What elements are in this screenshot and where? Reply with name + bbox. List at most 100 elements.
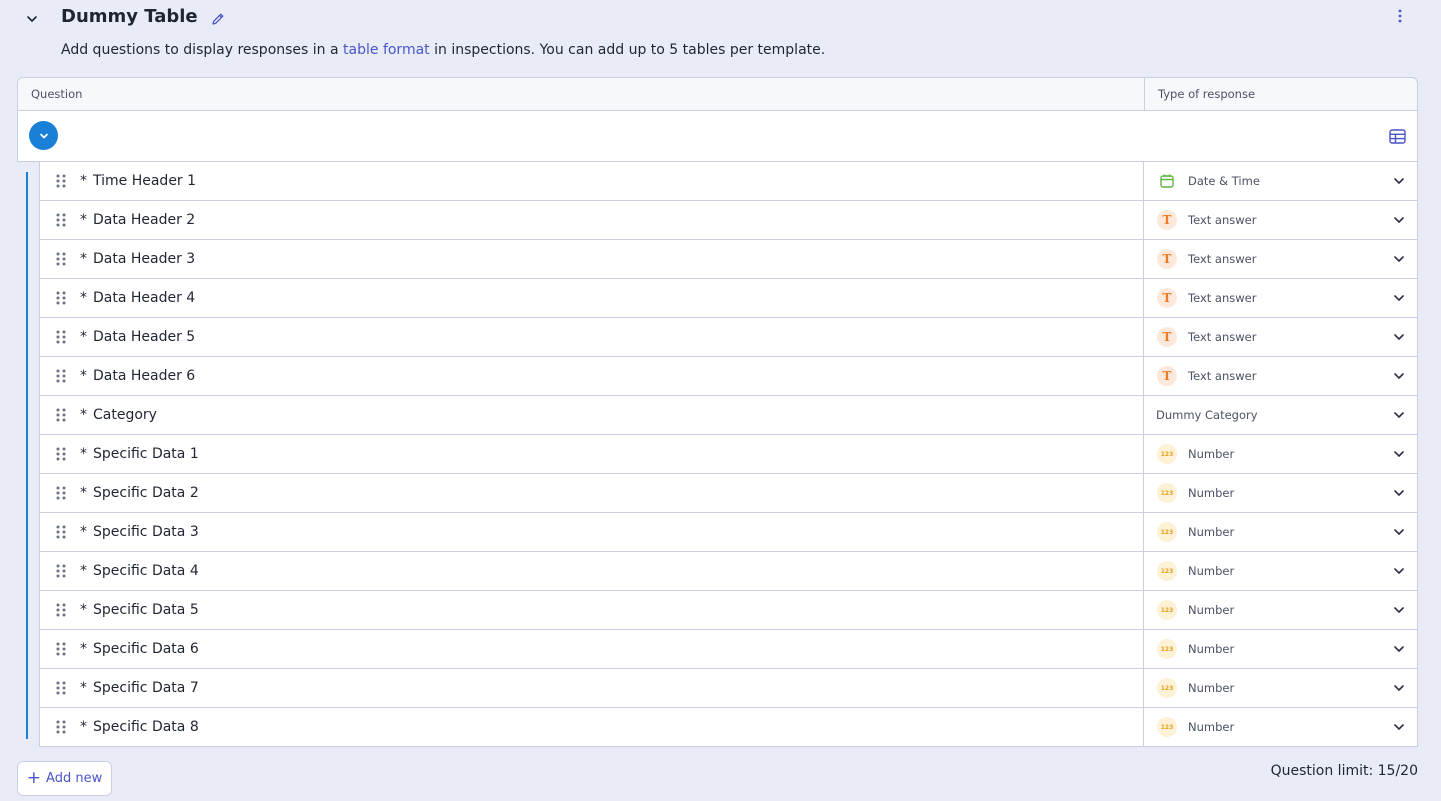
response-type-select[interactable]: Dummy Category [1143,396,1418,434]
question-text[interactable]: * Specific Data 4 [80,552,199,590]
chevron-down-icon[interactable] [1390,601,1408,619]
response-type-label: Number [1188,564,1235,578]
response-type-select[interactable]: T Text answer [1143,357,1418,395]
question-text[interactable]: * Specific Data 5 [80,591,199,629]
chevron-down-icon[interactable] [1390,328,1408,346]
question-text[interactable]: * Time Header 1 [80,162,196,200]
response-type-select[interactable]: 123 Number [1143,474,1418,512]
table-row[interactable]: * Time Header 1 Date & Time [39,162,1418,201]
response-type-select[interactable]: T Text answer [1143,279,1418,317]
chevron-down-icon[interactable] [1390,289,1408,307]
chevron-down-icon[interactable] [1390,523,1408,541]
drag-handle-icon[interactable] [54,212,68,228]
chevron-down-icon[interactable] [1390,484,1408,502]
response-type-select[interactable]: T Text answer [1143,201,1418,239]
question-text[interactable]: * Data Header 3 [80,240,195,278]
drag-handle-icon[interactable] [54,329,68,345]
table-row[interactable]: * Data Header 2 T Text answer [39,201,1418,240]
question-text[interactable]: * Specific Data 6 [80,630,199,668]
response-type-label: Number [1188,525,1235,539]
drag-handle-icon[interactable] [54,485,68,501]
required-marker: * [80,563,87,579]
drag-handle-icon[interactable] [54,641,68,657]
table-row[interactable]: * Specific Data 3 123 Number [39,513,1418,552]
number-icon: 123 [1157,678,1177,698]
question-text[interactable]: * Data Header 6 [80,357,195,395]
chevron-down-icon[interactable] [1390,679,1408,697]
pencil-icon[interactable] [208,9,228,29]
chevron-down-icon[interactable] [22,9,42,29]
response-type-select[interactable]: 123 Number [1143,513,1418,551]
question-text[interactable]: * Specific Data 8 [80,708,199,746]
drag-handle-icon[interactable] [54,173,68,189]
text-answer-icon: T [1157,249,1177,269]
response-type-select[interactable]: 123 Number [1143,669,1418,707]
group-collapse-toggle[interactable] [29,121,58,150]
drag-handle-icon[interactable] [54,719,68,735]
table-row[interactable]: * Data Header 3 T Text answer [39,240,1418,279]
drag-handle-icon[interactable] [54,602,68,618]
response-type-select[interactable]: 123 Number [1143,708,1418,746]
question-text[interactable]: * Data Header 5 [80,318,195,356]
table-row[interactable]: * Specific Data 6 123 Number [39,630,1418,669]
required-marker: * [80,602,87,618]
group-row [17,111,1418,162]
question-text[interactable]: * Data Header 2 [80,201,195,239]
table-row[interactable]: * Data Header 6 T Text answer [39,357,1418,396]
text-answer-icon: T [1157,366,1177,386]
chevron-down-icon[interactable] [1390,562,1408,580]
chevron-down-icon[interactable] [1390,250,1408,268]
drag-handle-icon[interactable] [54,251,68,267]
table-row[interactable]: * Data Header 5 T Text answer [39,318,1418,357]
drag-handle-icon[interactable] [54,563,68,579]
chevron-down-icon[interactable] [1390,406,1408,424]
question-text[interactable]: * Specific Data 2 [80,474,199,512]
table-row[interactable]: * Category Dummy Category [39,396,1418,435]
response-type-select[interactable]: Date & Time [1143,162,1418,200]
question-text[interactable]: * Category [80,396,157,434]
table-row[interactable]: * Specific Data 5 123 Number [39,591,1418,630]
drag-handle-icon[interactable] [54,407,68,423]
response-type-select[interactable]: 123 Number [1143,630,1418,668]
question-text[interactable]: * Specific Data 1 [80,435,199,473]
chevron-down-icon[interactable] [1390,445,1408,463]
table-format-link[interactable]: table format [343,42,430,58]
table-row[interactable]: * Specific Data 2 123 Number [39,474,1418,513]
drag-handle-icon[interactable] [54,680,68,696]
more-vertical-icon[interactable] [1390,6,1410,26]
response-type-select[interactable]: 123 Number [1143,435,1418,473]
response-type-select[interactable]: 123 Number [1143,591,1418,629]
drag-handle-icon[interactable] [54,290,68,306]
chevron-down-icon[interactable] [1390,367,1408,385]
chevron-down-icon[interactable] [1390,718,1408,736]
table-row[interactable]: * Specific Data 8 123 Number [39,708,1418,747]
question-label: Specific Data 6 [93,641,199,657]
question-text[interactable]: * Specific Data 3 [80,513,199,551]
question-text[interactable]: * Specific Data 7 [80,669,199,707]
table-row[interactable]: * Specific Data 4 123 Number [39,552,1418,591]
drag-handle-icon[interactable] [54,446,68,462]
chevron-down-icon[interactable] [1390,211,1408,229]
response-type-select[interactable]: T Text answer [1143,240,1418,278]
text-answer-icon: T [1157,288,1177,308]
question-label: Category [93,407,157,423]
table-row[interactable]: * Specific Data 7 123 Number [39,669,1418,708]
chevron-down-icon[interactable] [1390,640,1408,658]
table-grid-icon[interactable] [1387,126,1407,146]
response-type-select[interactable]: T Text answer [1143,318,1418,356]
required-marker: * [80,524,87,540]
number-glyph: 123 [1160,684,1174,692]
chevron-down-icon[interactable] [1390,172,1408,190]
text-answer-icon: T [1157,210,1177,230]
table-row[interactable]: * Specific Data 1 123 Number [39,435,1418,474]
add-new-button[interactable]: + Add new [17,761,112,796]
drag-handle-icon[interactable] [54,524,68,540]
response-type-select[interactable]: 123 Number [1143,552,1418,590]
required-marker: * [80,290,87,306]
response-type-label: Number [1188,447,1235,461]
drag-handle-icon[interactable] [54,368,68,384]
table-row[interactable]: * Data Header 4 T Text answer [39,279,1418,318]
question-text[interactable]: * Data Header 4 [80,279,195,317]
required-marker: * [80,641,87,657]
text-answer-glyph: T [1162,330,1172,344]
